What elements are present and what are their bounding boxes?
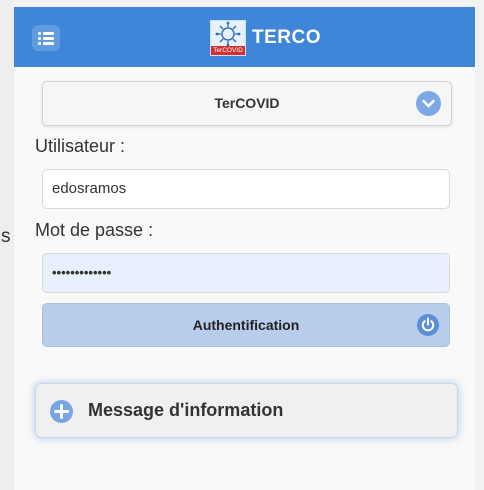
left-peek-text: s — [1, 226, 11, 247]
app-title: TERCO — [252, 27, 321, 48]
server-select[interactable]: TerCOVID — [42, 81, 452, 126]
server-select-value: TerCOVID — [214, 95, 280, 111]
virus-logo-icon: TerCOVID — [210, 20, 246, 56]
username-label: Utilisateur : — [35, 136, 126, 156]
right-side-strip — [475, 0, 484, 490]
username-input[interactable]: edosramos — [42, 169, 450, 209]
left-side-strip: s — [0, 0, 14, 490]
app-header: TerCOVID TERCO — [14, 7, 475, 67]
info-message-label: Message d'information — [88, 400, 284, 420]
menu-button[interactable] — [32, 25, 60, 51]
authentication-button[interactable]: Authentification — [42, 303, 450, 347]
authentication-button-label: Authentification — [192, 317, 300, 333]
top-border — [14, 0, 475, 7]
logo-caption: TerCOVID — [211, 46, 245, 55]
password-input[interactable]: ••••••••••••• — [42, 253, 450, 293]
power-icon — [417, 314, 439, 336]
app-screen: s TerCOVID TERCO TerCOVID Utilisateur: … — [0, 0, 484, 490]
password-label: Mot de passe : — [35, 220, 154, 240]
info-message-collapsible[interactable]: Message d'information — [35, 383, 458, 438]
brand: TerCOVID TERCO — [210, 18, 321, 58]
plus-circle-icon — [50, 400, 73, 423]
chevron-down-icon — [416, 91, 441, 116]
